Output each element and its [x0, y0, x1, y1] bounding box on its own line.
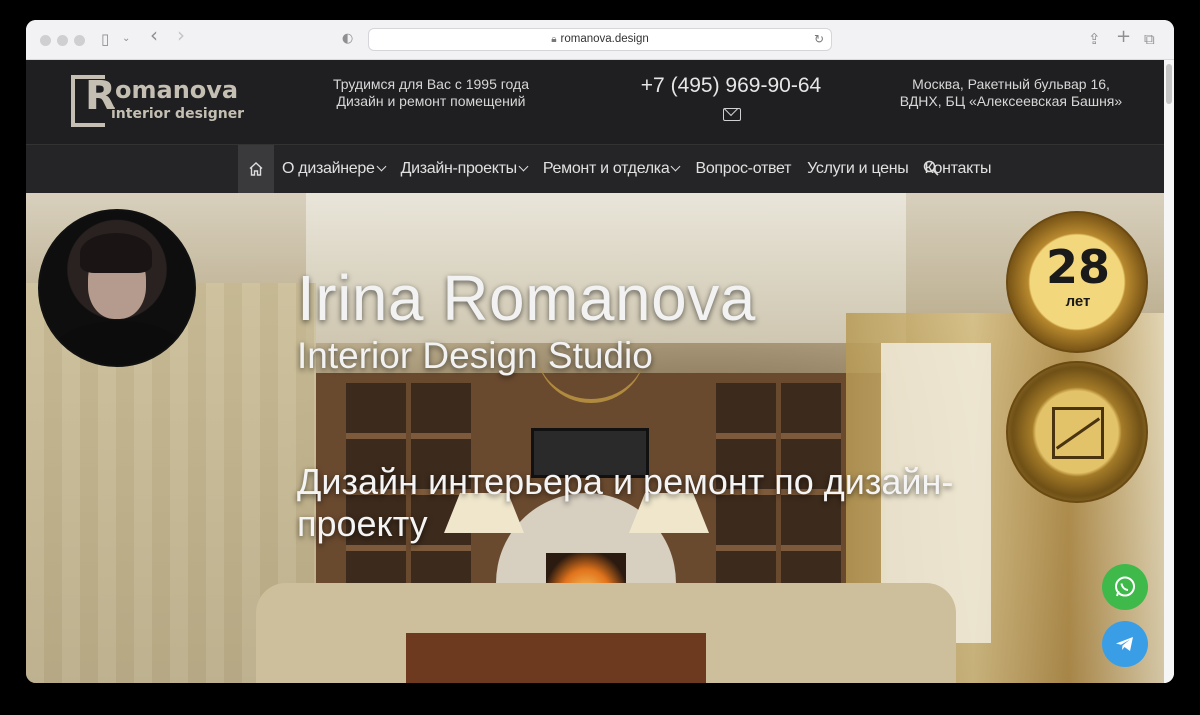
- window-close-button[interactable]: [40, 35, 51, 46]
- address-line-2: ВДНХ, БЦ «Алексеевская Башня»: [899, 93, 1123, 109]
- designers-union-badge: [1006, 361, 1148, 503]
- logo-subtitle: interior designer: [111, 106, 245, 122]
- tab-overview-icon[interactable]: ⧉: [1144, 30, 1155, 48]
- chevron-down-icon: [671, 161, 681, 172]
- url-display[interactable]: 🔒︎ romanova.design: [369, 33, 831, 45]
- address-bar[interactable]: 🔒︎ romanova.design ↻: [368, 28, 832, 51]
- nav-item-label: Ремонт и отделка: [542, 160, 670, 177]
- chevron-down-icon: [376, 161, 387, 172]
- hero-table: [406, 633, 706, 683]
- nav-home-button[interactable]: [238, 145, 274, 193]
- nav-item-about[interactable]: О дизайнере: [282, 160, 387, 178]
- address-line-1: Москва, Ракетный бульвар 16,: [912, 76, 1110, 92]
- browser-window: ▯ ⌄ ‹ › ◐ 🔒︎ romanova.design ↻ ⇪ + ⧉ R om…: [26, 20, 1174, 683]
- search-icon[interactable]: [923, 160, 939, 176]
- nav-item-projects[interactable]: Дизайн-проекты: [400, 160, 529, 178]
- home-icon: [249, 162, 263, 176]
- main-nav: О дизайнере Дизайн-проекты Ремонт и отде…: [26, 144, 1164, 193]
- years-badge-content: 28 лет: [1038, 241, 1118, 325]
- browser-toolbar: ▯ ⌄ ‹ › ◐ 🔒︎ romanova.design ↻ ⇪ + ⧉: [26, 20, 1174, 60]
- hero-banner: Irina Romanova Interior Design Studio Ди…: [26, 193, 1164, 683]
- nav-item-label: Дизайн-проекты: [400, 160, 518, 177]
- tagline-line-2: Дизайн и ремонт помещений: [336, 93, 526, 109]
- nav-item-services[interactable]: Услуги и цены: [807, 160, 909, 178]
- whatsapp-button[interactable]: [1102, 564, 1148, 610]
- nav-items: О дизайнере Дизайн-проекты Ремонт и отде…: [282, 145, 1007, 193]
- new-tab-icon[interactable]: +: [1116, 28, 1131, 46]
- phone-link[interactable]: +7 (495) 969-90-64: [626, 74, 836, 98]
- chevron-down-icon[interactable]: ⌄: [122, 30, 130, 48]
- back-icon[interactable]: ‹: [150, 25, 158, 45]
- forward-icon[interactable]: ›: [177, 25, 185, 45]
- whatsapp-icon: [1115, 576, 1135, 597]
- tagline-line-1: Трудимся для Вас с 1995 года: [333, 76, 529, 92]
- url-text: romanova.design: [560, 33, 649, 45]
- chevron-down-icon: [518, 161, 529, 172]
- site-header: R omanova interior designer Трудимся для…: [26, 60, 1164, 144]
- nav-item-renovation[interactable]: Ремонт и отделка: [542, 160, 681, 178]
- mail-icon[interactable]: [723, 108, 741, 121]
- avatar-body: [50, 321, 188, 365]
- window-zoom-button[interactable]: [74, 35, 85, 46]
- lock-icon: 🔒︎: [551, 34, 557, 45]
- window-minimize-button[interactable]: [57, 35, 68, 46]
- page-scrollbar[interactable]: [1164, 60, 1174, 683]
- designer-avatar[interactable]: [38, 209, 196, 367]
- hero-tagline: Дизайн интерьера и ремонт по дизайн-прое…: [297, 461, 954, 544]
- sidebar-toggle-icon[interactable]: ▯: [101, 30, 109, 48]
- hero-title: Irina Romanova: [297, 262, 756, 334]
- union-emblem-icon: [1052, 407, 1104, 459]
- privacy-shield-icon[interactable]: ◐: [342, 30, 353, 48]
- years-badge: 28 лет: [1006, 211, 1148, 353]
- telegram-button[interactable]: [1102, 621, 1148, 667]
- logo-name: omanova: [115, 76, 239, 104]
- share-icon[interactable]: ⇪: [1088, 30, 1101, 48]
- site-logo[interactable]: R omanova interior designer: [71, 73, 271, 127]
- nav-item-label: О дизайнере: [282, 160, 375, 177]
- years-unit: лет: [1065, 293, 1091, 310]
- years-number: 28: [1045, 240, 1110, 294]
- header-address: Москва, Ракетный бульвар 16, ВДНХ, БЦ «А…: [886, 76, 1136, 110]
- hero-subtitle: Interior Design Studio: [297, 335, 653, 376]
- nav-item-faq[interactable]: Вопрос-ответ: [695, 160, 791, 178]
- scroll-thumb[interactable]: [1166, 64, 1172, 104]
- telegram-icon: [1116, 637, 1133, 651]
- avatar-hair: [80, 233, 152, 273]
- reload-icon[interactable]: ↻: [814, 32, 824, 46]
- header-tagline: Трудимся для Вас с 1995 года Дизайн и ре…: [326, 76, 536, 110]
